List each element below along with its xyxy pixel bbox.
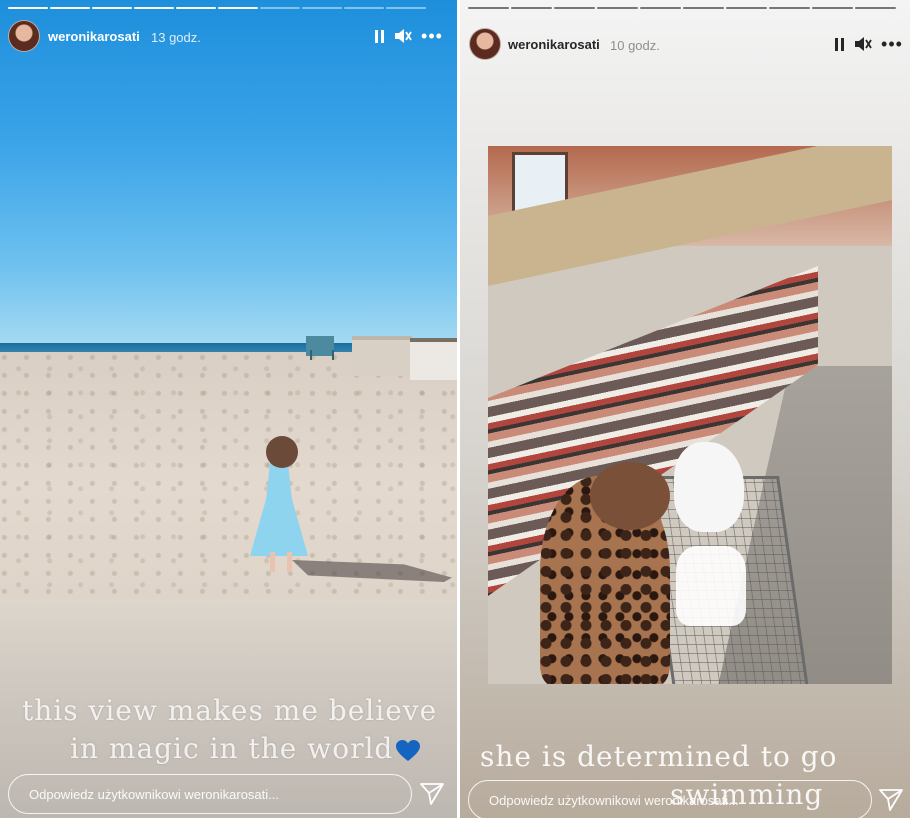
story-header: weronikarosati 13 godz. •••: [0, 20, 457, 54]
more-icon[interactable]: •••: [420, 26, 444, 46]
caption-line-1: this view makes me believe: [22, 694, 438, 727]
story-panel-supermarket[interactable]: weronikarosati 10 godz. ••• she is deter…: [460, 0, 910, 818]
progress-segment: [468, 7, 509, 9]
progress-segment: [218, 7, 258, 9]
lifeguard-tower-legs: [310, 350, 334, 360]
progress-segment: [812, 7, 853, 9]
progress-segment: [8, 7, 48, 9]
progress-segment: [855, 7, 896, 9]
progress-segment: [554, 7, 595, 9]
send-icon[interactable]: [419, 781, 445, 807]
progress-segment: [92, 7, 132, 9]
supermarket-photo: [488, 146, 892, 684]
progress-segment: [302, 7, 342, 9]
send-icon[interactable]: [878, 787, 904, 813]
story-caption: this view makes me believe in magic in t…: [22, 692, 437, 768]
progress-segment: [640, 7, 681, 9]
progress-segment: [511, 7, 552, 9]
more-icon[interactable]: •••: [880, 34, 904, 54]
progress-segment: [134, 7, 174, 9]
reply-input[interactable]: [9, 775, 411, 813]
reply-input[interactable]: [469, 781, 871, 818]
progress-segment: [726, 7, 767, 9]
reply-field[interactable]: [8, 774, 412, 814]
reply-field[interactable]: [468, 780, 872, 818]
username[interactable]: weronikarosati: [48, 29, 140, 44]
beach-shed: [410, 338, 457, 380]
girl-head: [266, 436, 298, 468]
progress-segment: [176, 7, 216, 9]
progress-segment: [260, 7, 300, 9]
story-header: weronikarosati 10 godz. •••: [460, 28, 910, 62]
pause-icon[interactable]: [370, 26, 388, 46]
mute-icon[interactable]: [394, 26, 412, 46]
progress-segment: [683, 7, 724, 9]
username[interactable]: weronikarosati: [508, 37, 600, 52]
avatar[interactable]: [8, 20, 40, 52]
unicorn-float: [674, 442, 744, 532]
progress-segment: [597, 7, 638, 9]
mute-icon[interactable]: [854, 34, 872, 54]
progress-segment: [386, 7, 426, 9]
sand-area: [0, 352, 457, 622]
caption-line-2: in magic in the world: [70, 732, 394, 765]
story-panel-beach[interactable]: weronikarosati 13 godz. ••• this view ma…: [0, 0, 457, 818]
story-progress-bar: [468, 7, 906, 9]
child-head: [590, 462, 670, 530]
beach-building: [352, 336, 412, 376]
avatar[interactable]: [469, 28, 501, 60]
blue-heart-icon: [396, 739, 421, 761]
progress-segment: [769, 7, 810, 9]
pause-icon[interactable]: [830, 34, 848, 54]
progress-segment: [50, 7, 90, 9]
story-progress-bar: [8, 7, 452, 9]
girl-legs: [270, 552, 292, 572]
timestamp: 10 godz.: [610, 38, 660, 53]
plastic-bag: [676, 546, 746, 626]
progress-segment: [344, 7, 384, 9]
caption-line-1: she is determined to go: [480, 740, 838, 773]
caption-line-2-wrap: in magic in the world: [22, 730, 437, 768]
timestamp: 13 godz.: [151, 30, 201, 45]
